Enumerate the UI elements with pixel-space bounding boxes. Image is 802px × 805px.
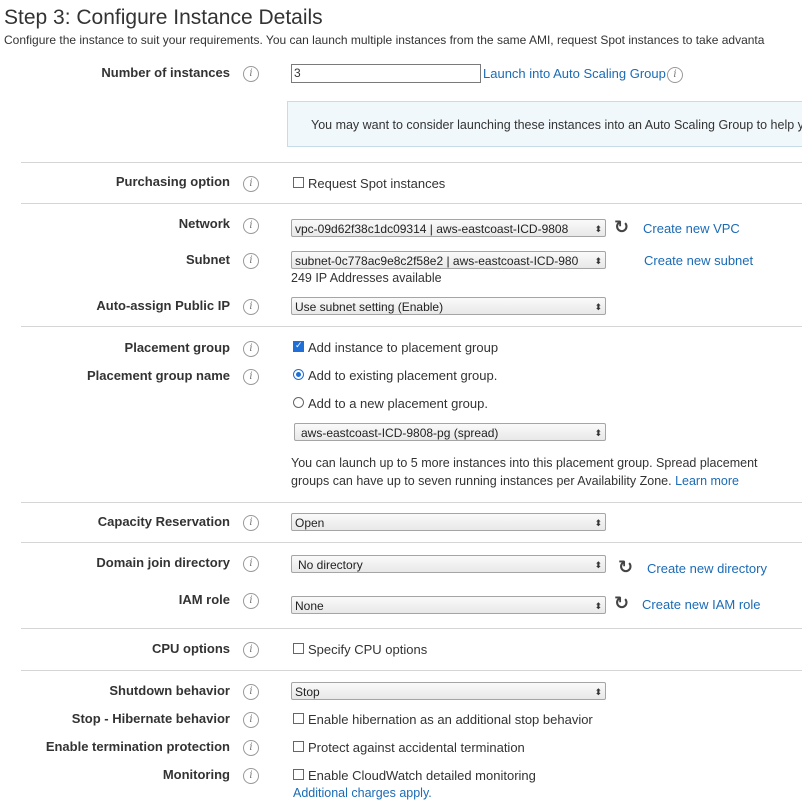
refresh-icon[interactable]: ↻: [618, 558, 633, 576]
info-icon[interactable]: i: [243, 684, 259, 700]
subnet-select-value: subnet-0c778ac9e8c2f58e2 | aws-eastcoast…: [295, 254, 579, 268]
create-new-subnet-link[interactable]: Create new subnet: [644, 253, 753, 268]
info-icon[interactable]: i: [243, 66, 259, 82]
placement-group-help-line1: You can launch up to 5 more instances in…: [291, 456, 758, 470]
section-divider: [21, 628, 802, 629]
domain-join-label: Domain join directory: [96, 555, 230, 570]
cpu-options-label: CPU options: [152, 641, 230, 656]
page-title: Step 3: Configure Instance Details: [4, 6, 323, 29]
info-icon[interactable]: i: [243, 218, 259, 234]
cloudwatch-monitoring-label: Enable CloudWatch detailed monitoring: [308, 768, 536, 783]
select-arrow-icon: ⬍: [594, 601, 602, 611]
auto-scaling-notice: You may want to consider launching these…: [287, 101, 802, 147]
placement-group-name-label: Placement group name: [86, 368, 230, 383]
select-arrow-icon: ⬍: [594, 687, 602, 697]
info-icon[interactable]: i: [243, 176, 259, 192]
domain-join-select[interactable]: No directory ⬍: [291, 555, 606, 573]
capacity-reservation-label: Capacity Reservation: [97, 514, 230, 529]
request-spot-checkbox[interactable]: [293, 177, 304, 188]
section-divider: [21, 502, 802, 503]
enable-hibernation-label: Enable hibernation as an additional stop…: [308, 712, 593, 727]
refresh-icon[interactable]: ↻: [614, 218, 629, 236]
info-icon[interactable]: i: [243, 515, 259, 531]
info-icon[interactable]: i: [667, 67, 683, 83]
additional-charges-link[interactable]: Additional charges apply.: [293, 786, 432, 800]
auto-scaling-notice-text: You may want to consider launching these…: [311, 118, 802, 132]
section-divider: [21, 162, 802, 163]
placement-group-help-line2-text: groups can have up to seven running inst…: [291, 474, 672, 488]
select-arrow-icon: ⬍: [594, 428, 602, 438]
auto-assign-ip-select[interactable]: Use subnet setting (Enable) ⬍: [291, 297, 606, 315]
iam-role-value: None: [295, 599, 324, 613]
refresh-icon[interactable]: ↻: [614, 594, 629, 612]
subnet-select[interactable]: subnet-0c778ac9e8c2f58e2 | aws-eastcoast…: [291, 251, 606, 269]
info-icon[interactable]: i: [243, 341, 259, 357]
select-arrow-icon: ⬍: [594, 302, 602, 312]
create-new-iam-role-link[interactable]: Create new IAM role: [642, 597, 761, 612]
info-icon[interactable]: i: [243, 740, 259, 756]
select-arrow-icon: ⬍: [594, 224, 602, 234]
info-icon[interactable]: i: [243, 712, 259, 728]
iam-role-select[interactable]: None ⬍: [291, 596, 606, 614]
learn-more-link[interactable]: Learn more: [675, 474, 739, 488]
add-to-new-radio[interactable]: [293, 397, 304, 408]
shutdown-behavior-select[interactable]: Stop ⬍: [291, 682, 606, 700]
shutdown-behavior-label: Shutdown behavior: [109, 683, 230, 698]
iam-role-label: IAM role: [178, 592, 230, 607]
info-icon[interactable]: i: [243, 299, 259, 315]
launch-auto-scaling-link[interactable]: Launch into Auto Scaling Group: [483, 66, 666, 81]
purchasing-option-label: Purchasing option: [115, 174, 230, 189]
auto-assign-ip-label: Auto-assign Public IP: [96, 298, 230, 313]
info-icon[interactable]: i: [243, 768, 259, 784]
placement-group-select[interactable]: aws-eastcoast-ICD-9808-pg (spread) ⬍: [294, 423, 606, 441]
capacity-reservation-value: Open: [295, 516, 325, 530]
placement-group-label: Placement group: [124, 340, 230, 355]
number-of-instances-input[interactable]: 3: [291, 64, 481, 83]
network-select[interactable]: vpc-09d62f38c1dc09314 | aws-eastcoast-IC…: [291, 219, 606, 237]
add-to-placement-group-label: Add instance to placement group: [308, 340, 499, 355]
protect-termination-label: Protect against accidental termination: [308, 740, 525, 755]
select-arrow-icon: ⬍: [594, 256, 602, 266]
info-icon[interactable]: i: [243, 369, 259, 385]
info-icon[interactable]: i: [243, 642, 259, 658]
info-icon[interactable]: i: [243, 253, 259, 269]
protect-termination-checkbox[interactable]: [293, 741, 304, 752]
select-arrow-icon: ⬍: [594, 518, 602, 528]
shutdown-behavior-value: Stop: [295, 685, 320, 699]
number-of-instances-label: Number of instances: [101, 65, 230, 80]
termination-protection-label: Enable termination protection: [45, 739, 230, 754]
ip-addresses-available: 249 IP Addresses available: [291, 271, 442, 285]
add-to-new-label: Add to a new placement group.: [308, 396, 488, 411]
enable-hibernation-checkbox[interactable]: [293, 713, 304, 724]
info-icon[interactable]: i: [243, 556, 259, 572]
info-icon[interactable]: i: [243, 593, 259, 609]
select-arrow-icon: ⬍: [594, 560, 602, 570]
section-divider: [21, 670, 802, 671]
network-select-value: vpc-09d62f38c1dc09314 | aws-eastcoast-IC…: [295, 222, 569, 236]
create-new-directory-link[interactable]: Create new directory: [647, 561, 767, 576]
add-to-existing-label: Add to existing placement group.: [308, 368, 498, 383]
page-subtitle: Configure the instance to suit your requ…: [4, 33, 765, 47]
placement-group-help-line2: groups can have up to seven running inst…: [291, 474, 739, 488]
section-divider: [21, 203, 802, 204]
subnet-label: Subnet: [185, 252, 230, 267]
request-spot-label: Request Spot instances: [308, 176, 446, 191]
create-new-vpc-link[interactable]: Create new VPC: [643, 221, 740, 236]
stop-hibernate-label: Stop - Hibernate behavior: [71, 711, 230, 726]
cloudwatch-monitoring-checkbox[interactable]: [293, 769, 304, 780]
network-label: Network: [178, 216, 230, 231]
specify-cpu-options-checkbox[interactable]: [293, 643, 304, 654]
section-divider: [21, 326, 802, 327]
specify-cpu-options-label: Specify CPU options: [308, 642, 428, 657]
section-divider: [21, 542, 802, 543]
auto-assign-ip-value: Use subnet setting (Enable): [295, 300, 444, 314]
capacity-reservation-select[interactable]: Open ⬍: [291, 513, 606, 531]
add-to-placement-group-checkbox[interactable]: [293, 340, 304, 352]
add-to-existing-radio[interactable]: [293, 369, 304, 380]
monitoring-label: Monitoring: [162, 767, 230, 782]
placement-group-select-value: aws-eastcoast-ICD-9808-pg (spread): [301, 426, 499, 440]
domain-join-value: No directory: [298, 558, 363, 572]
